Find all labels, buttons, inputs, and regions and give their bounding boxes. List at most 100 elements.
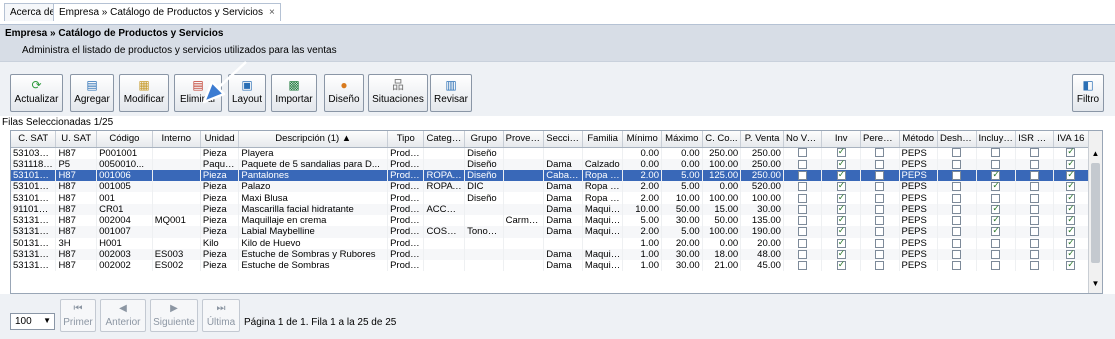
table-cell[interactable] (464, 260, 504, 272)
checkbox-cell[interactable] (976, 248, 1017, 261)
table-cell[interactable] (543, 237, 583, 249)
table-cell[interactable]: PEPS (899, 192, 939, 204)
table-cell[interactable]: 5.00 (661, 181, 703, 193)
table-cell[interactable]: 18.00 (702, 248, 742, 261)
checkbox-cell[interactable] (937, 237, 977, 249)
table-cell[interactable]: Dama (543, 158, 583, 170)
table-cell[interactable]: 30.00 (740, 203, 784, 215)
table-cell[interactable]: Estuche de Sombras y Rubores (238, 248, 389, 261)
column-header[interactable]: Grupo (464, 131, 504, 148)
table-cell[interactable]: 100.00 (702, 192, 742, 204)
table-cell[interactable]: 250.00 (740, 158, 784, 170)
checkbox-cell[interactable] (783, 237, 823, 249)
checkbox[interactable] (836, 159, 846, 169)
table-row[interactable]: 53131629 H87 002003 ES003 Pieza Estuche de So… (11, 248, 1090, 261)
table-cell[interactable]: 3H (55, 237, 98, 249)
table-cell[interactable]: 91101600 (11, 203, 57, 215)
table-cell[interactable]: Maquil... (582, 214, 624, 227)
table-cell[interactable] (503, 260, 545, 272)
table-cell[interactable]: H87 (55, 147, 98, 159)
table-cell[interactable]: 2.00 (622, 226, 662, 238)
checkbox[interactable] (952, 227, 962, 237)
checkbox[interactable] (798, 193, 808, 203)
checkbox-cell[interactable] (976, 147, 1017, 159)
checkbox[interactable] (875, 193, 885, 203)
table-cell[interactable]: 125.00 (702, 169, 742, 182)
tab-catalogo[interactable]: Empresa » Catálogo de Productos y Servic… (53, 3, 281, 21)
page-size-select[interactable]: 100 ▼ (10, 313, 55, 330)
checkbox-cell[interactable] (937, 169, 977, 182)
table-cell[interactable]: 53111802 (11, 158, 57, 170)
checkbox[interactable] (1066, 181, 1076, 192)
table-cell[interactable]: 0.00 (702, 237, 742, 249)
checkbox[interactable] (798, 250, 808, 259)
column-header[interactable]: Incluye... (976, 131, 1017, 148)
table-cell[interactable]: PEPS (899, 214, 939, 227)
table-cell[interactable]: Labial Maybelline (238, 226, 389, 238)
checkbox-cell[interactable] (937, 192, 977, 204)
table-cell[interactable]: Produ... (387, 237, 425, 249)
table-cell[interactable]: Dama (543, 214, 583, 227)
checkbox[interactable] (1029, 216, 1039, 226)
table-cell[interactable]: Produ... (387, 147, 425, 159)
table-cell[interactable] (152, 203, 201, 215)
table-cell[interactable]: 15.00 (702, 203, 742, 215)
table-cell[interactable]: P001001 (96, 147, 153, 159)
table-cell[interactable]: 10.00 (622, 203, 662, 215)
table-cell[interactable]: Carme... (503, 214, 545, 227)
table-cell[interactable]: ROPA ... (423, 169, 466, 182)
table-cell[interactable]: 2.00 (622, 192, 662, 204)
checkbox[interactable] (875, 159, 885, 169)
table-cell[interactable]: DIC (464, 181, 504, 193)
checkbox-cell[interactable] (821, 248, 861, 261)
checkbox-cell[interactable] (860, 169, 900, 182)
checkbox-cell[interactable] (1053, 214, 1090, 227)
table-cell[interactable] (152, 181, 201, 193)
column-header[interactable]: Mínimo (622, 131, 662, 148)
table-cell[interactable]: Dama (543, 181, 583, 193)
table-cell[interactable] (543, 147, 583, 159)
table-cell[interactable]: PEPS (899, 203, 939, 215)
table-cell[interactable]: H87 (55, 169, 98, 182)
checkbox-cell[interactable] (937, 203, 977, 215)
checkbox[interactable] (952, 261, 962, 271)
checkbox[interactable] (991, 261, 1001, 271)
checkbox[interactable] (875, 250, 885, 259)
table-cell[interactable]: 135.00 (740, 214, 784, 227)
table-cell[interactable]: 45.00 (740, 260, 784, 272)
checkbox[interactable] (991, 193, 1001, 203)
table-cell[interactable]: Maquil... (582, 260, 624, 272)
checkbox-cell[interactable] (937, 147, 977, 159)
checkbox[interactable] (1029, 193, 1039, 203)
checkbox-cell[interactable] (860, 260, 900, 272)
checkbox[interactable] (875, 227, 885, 237)
column-header[interactable]: No Ve... (783, 131, 823, 148)
table-cell[interactable] (464, 237, 504, 249)
table-cell[interactable]: PEPS (899, 147, 939, 159)
actualizar-button[interactable]: ⟳ Actualizar (10, 74, 63, 112)
table-cell[interactable]: 53131629 (11, 226, 57, 238)
checkbox[interactable] (952, 204, 962, 214)
table-cell[interactable]: Diseño (464, 158, 504, 170)
table-cell[interactable]: Produ... (387, 203, 425, 215)
table-cell[interactable]: Pieza (200, 214, 240, 227)
checkbox[interactable] (991, 148, 1001, 158)
checkbox[interactable] (991, 170, 1001, 180)
table-cell[interactable]: 0.00 (661, 147, 703, 159)
table-cell[interactable]: H87 (55, 260, 98, 272)
checkbox[interactable] (836, 181, 846, 192)
column-header[interactable]: IVA 16 (1053, 131, 1090, 148)
table-cell[interactable]: 53131629 (11, 214, 57, 227)
column-header[interactable]: U. SAT (55, 131, 98, 148)
checkbox-cell[interactable] (821, 203, 861, 215)
checkbox-cell[interactable] (783, 158, 823, 170)
anterior-button[interactable]: ◀ Anterior (100, 299, 146, 332)
checkbox[interactable] (836, 170, 846, 180)
table-cell[interactable]: Maxi Blusa (238, 192, 389, 204)
table-cell[interactable] (503, 226, 545, 238)
situaciones-button[interactable]: 品 Situaciones (368, 74, 428, 112)
table-cell[interactable]: 100.00 (740, 192, 784, 204)
checkbox[interactable] (875, 216, 885, 226)
table-cell[interactable]: 50131612 (11, 237, 57, 249)
checkbox-cell[interactable] (860, 237, 900, 249)
